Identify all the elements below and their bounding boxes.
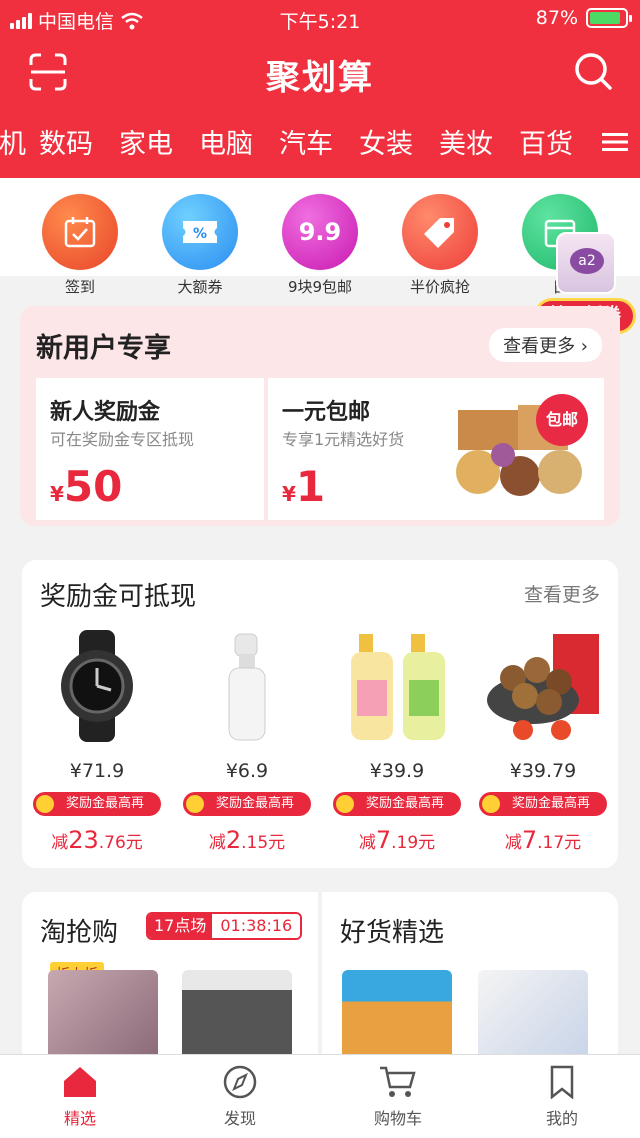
foam-bottle-image [228, 633, 266, 741]
quick-item-label: 9块9包邮 [287, 278, 353, 296]
card-subtitle: 专享1元精选好货 [282, 430, 405, 449]
reward-badge: 奖励金最高再 [183, 792, 311, 816]
product-discount: 减7.17元 [504, 826, 582, 854]
bedsheet-image [182, 970, 292, 1060]
category-tab[interactable]: 家电 [106, 122, 186, 168]
coin-icon [336, 795, 354, 813]
card-title: 新人奖励金 [50, 400, 161, 425]
reward-badge: 奖励金最高再 [479, 792, 607, 816]
home-icon [64, 1067, 96, 1097]
view-more-link[interactable]: 查看更多 [524, 580, 600, 607]
page-title: 聚划算 [266, 58, 374, 98]
card-subtitle: 可在奖励金专区抵现 [50, 430, 195, 449]
cart-icon [380, 1066, 416, 1097]
quick-item-checkin[interactable]: 签到 [25, 194, 135, 297]
quick-item-nine-nine[interactable]: 9.9 9块9包邮 [265, 194, 375, 297]
eggs-image [487, 634, 599, 740]
tag-icon [402, 194, 478, 270]
menu-icon[interactable] [602, 130, 628, 154]
calendar-check-icon [42, 194, 118, 270]
bedding-image [48, 970, 158, 1060]
tab-mine[interactable]: 我的 [512, 1065, 612, 1129]
nine-nine-icon: 9.9 [282, 194, 358, 270]
coupon-icon: % [162, 194, 238, 270]
battery-percent: 87% [535, 7, 578, 29]
bookmark-icon [550, 1065, 574, 1099]
header: 中国电信 下午5:21 87% 聚划算 机 数码 家电 电脑 汽车 女装 美妆 … [0, 0, 640, 178]
card-title: 一元包邮 [282, 400, 371, 425]
quick-item-label: 签到 [64, 278, 95, 296]
notebooks-image [478, 970, 588, 1060]
category-tab[interactable]: 电脑 [186, 122, 266, 168]
title-bar: 聚划算 [0, 42, 640, 104]
category-tab[interactable]: 百货 [506, 122, 586, 168]
new-user-section: 新用户专享 查看更多 › 新人奖励金 可在奖励金专区抵现 ¥50 一元包邮 专享… [20, 306, 620, 526]
category-tab[interactable]: 数码 [26, 122, 106, 168]
one-yuan-card[interactable]: 一元包邮 专享1元精选好货 ¥1 包邮 [268, 378, 604, 520]
product-price: ¥39.9 [369, 760, 425, 782]
section-title: 淘抢购 [40, 918, 119, 948]
watch-image [61, 630, 133, 742]
product-discount: 减23.76元 [51, 826, 143, 854]
product-card[interactable]: ¥39.79 奖励金最高再 减7.17元 [468, 630, 618, 854]
countdown-time: 01:38:16 [212, 914, 301, 938]
free-shipping-badge: 包邮 [536, 394, 588, 446]
snacks-image [342, 970, 452, 1060]
product-discount: 减7.19元 [358, 826, 436, 854]
taoqiang-section[interactable]: 淘抢购 17点场 01:38:16 折上折 [22, 892, 318, 1062]
quick-item-label: 大额券 [177, 278, 223, 296]
shampoo-bottles-image [351, 634, 445, 740]
reward-badge: 奖励金最高再 [33, 792, 161, 816]
reward-section: 奖励金可抵现 查看更多 ¥71.9 奖励金最高再 减23.76元 ¥6.9 奖励… [22, 560, 618, 868]
view-more-button[interactable]: 查看更多 › [489, 328, 602, 362]
category-tab[interactable]: 机 [0, 122, 26, 168]
reward-badge: 奖励金最高再 [333, 792, 461, 816]
quick-item-label: 半价疯抢 [409, 278, 470, 296]
product-card[interactable]: ¥39.9 奖励金最高再 减7.19元 [322, 630, 472, 854]
category-tab[interactable]: 美妆 [426, 122, 506, 168]
product-price: ¥6.9 [225, 760, 269, 782]
card-amount: ¥50 [50, 462, 123, 511]
countdown-timer: 17点场 01:38:16 [146, 912, 303, 940]
product-price: ¥71.9 [69, 760, 125, 782]
milk-can-image: a2 [556, 232, 616, 294]
section-title: 好货精选 [340, 918, 445, 948]
category-tab[interactable]: 女装 [346, 122, 426, 168]
product-card[interactable]: ¥71.9 奖励金最高再 减23.76元 [22, 630, 172, 854]
coin-icon [186, 795, 204, 813]
tab-discover[interactable]: 发现 [190, 1065, 290, 1129]
quick-item-half-price[interactable]: 半价疯抢 [385, 194, 495, 297]
svg-text:%: % [193, 226, 207, 242]
bonus-card[interactable]: 新人奖励金 可在奖励金专区抵现 ¥50 [36, 378, 264, 520]
tab-cart[interactable]: 购物车 [348, 1065, 448, 1129]
status-bar: 中国电信 下午5:21 87% [0, 0, 640, 36]
compass-icon [223, 1065, 257, 1099]
card-amount: ¥1 [282, 462, 326, 511]
coin-icon [36, 795, 54, 813]
product-price: ¥39.79 [509, 760, 577, 782]
battery-icon [586, 8, 632, 28]
search-icon[interactable] [572, 50, 614, 92]
session-label: 17点场 [148, 914, 213, 938]
tab-featured[interactable]: 精选 [30, 1065, 130, 1129]
coin-icon [482, 795, 500, 813]
quick-item-coupon[interactable]: % 大额券 [145, 194, 255, 297]
section-title: 奖励金可抵现 [40, 582, 197, 612]
section-title: 新用户专享 [36, 333, 171, 364]
tab-bar: 精选 发现 购物车 我的 [0, 1054, 640, 1138]
category-tab[interactable]: 汽车 [266, 122, 346, 168]
haohuo-section[interactable]: 好货精选 [322, 892, 618, 1062]
category-tabs: 机 数码 家电 电脑 汽车 女装 美妆 百货 [0, 122, 640, 168]
product-discount: 减2.15元 [208, 826, 286, 854]
product-card[interactable]: ¥6.9 奖励金最高再 减2.15元 [172, 630, 322, 854]
